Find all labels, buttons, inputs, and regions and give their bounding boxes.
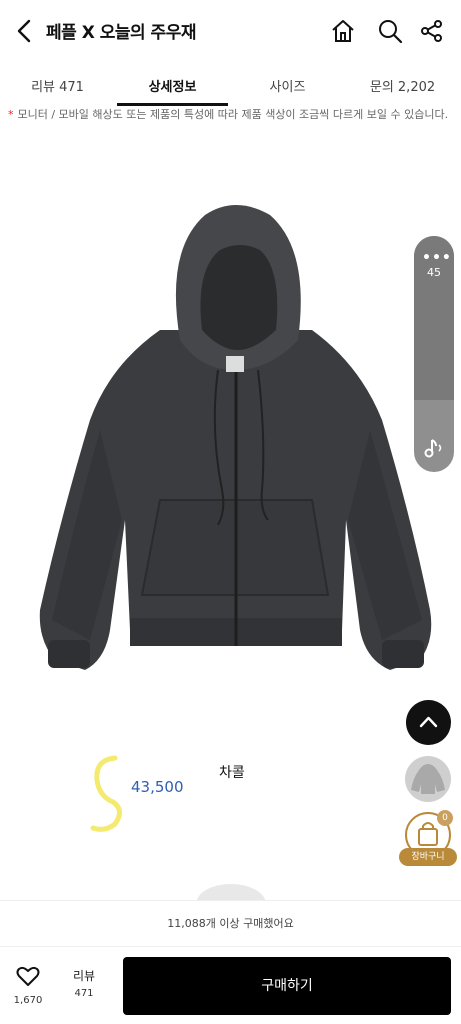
tab-size[interactable]: 사이즈 [230, 62, 345, 106]
notice-star: * [8, 108, 14, 121]
review-count: 471 [74, 988, 94, 999]
page-title: 페플 X 오늘의 주우재 [46, 23, 196, 43]
purchase-count-info: 11,088개 이상 구매했어요 [0, 900, 461, 946]
review-button[interactable]: 리뷰 471 [66, 967, 102, 999]
home-icon[interactable] [329, 17, 357, 45]
like-button[interactable]: 1,670 [10, 965, 46, 1006]
side-scroll-control[interactable]: ••• 45 [414, 236, 454, 472]
search-icon[interactable] [376, 17, 404, 45]
more-dots-icon[interactable]: ••• [422, 250, 452, 266]
music-note-icon[interactable] [422, 436, 446, 460]
buy-button[interactable]: 구매하기 [123, 957, 451, 1015]
color-notice: * 모니터 / 모바일 해상도 또는 제품의 특성에 따라 제품 색상이 조금씩 … [0, 106, 461, 124]
product-image-hoodie [39, 205, 432, 670]
top-header: 페플 X 오늘의 주우재 [0, 0, 461, 62]
review-label: 리뷰 [72, 969, 96, 983]
notice-text: 모니터 / 모바일 해상도 또는 제품의 특성에 따라 제품 색상이 조금씩 다… [17, 108, 449, 121]
share-icon[interactable] [418, 17, 446, 45]
cart-count-badge: 0 [437, 810, 453, 826]
bottom-action-bar: 1,670 리뷰 471 구매하기 [0, 946, 461, 1024]
chevron-up-icon [419, 716, 438, 728]
tab-review[interactable]: 리뷰 471 [0, 62, 115, 106]
scroll-top-button[interactable] [406, 700, 451, 745]
color-name: 차콜 [219, 765, 245, 781]
tab-bar: 리뷰 471 상세정보 사이즈 문의 2,202 [0, 62, 461, 106]
image-count: 45 [427, 266, 441, 279]
handwritten-s-mark [90, 755, 122, 832]
product-price: 43,500 [131, 778, 184, 796]
cart-label[interactable]: 장바구니 [399, 848, 457, 866]
back-arrow-icon[interactable] [14, 18, 36, 44]
heart-icon [16, 966, 40, 986]
hoodie-thumbnail-icon [411, 764, 445, 794]
like-count: 1,670 [13, 995, 43, 1006]
recent-product-thumbnail[interactable] [405, 756, 451, 802]
tab-inquiry[interactable]: 문의 2,202 [345, 62, 460, 106]
tab-details[interactable]: 상세정보 [115, 62, 230, 106]
